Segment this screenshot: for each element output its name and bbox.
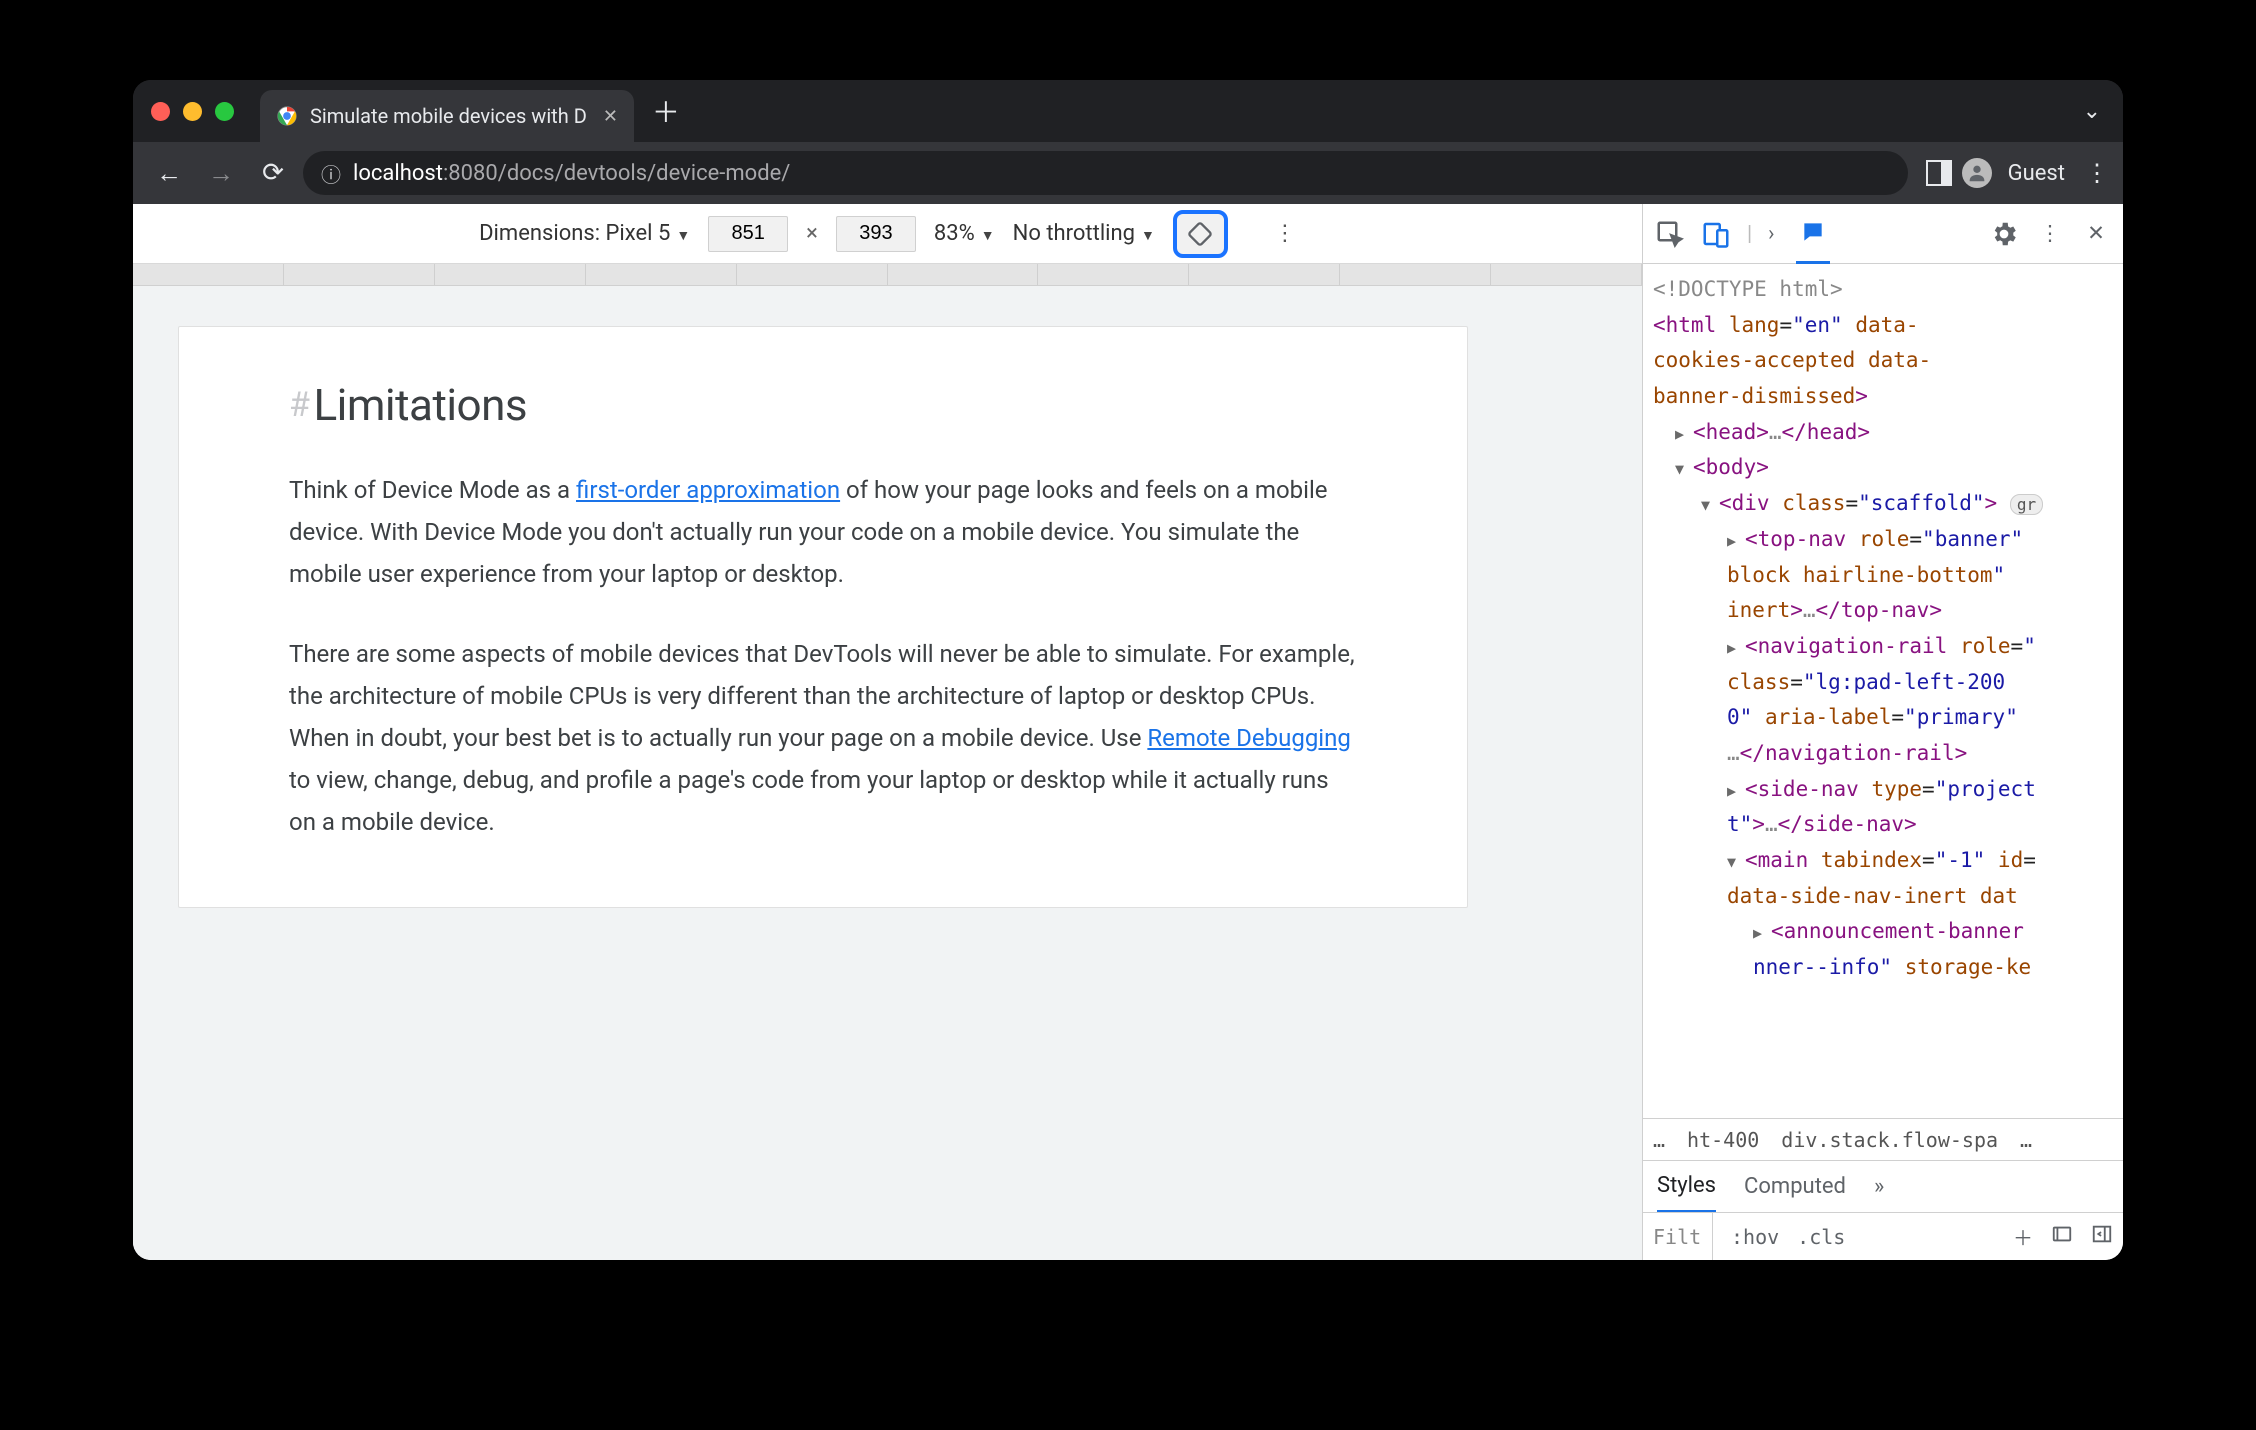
first-order-link[interactable]: first-order approximation — [576, 476, 840, 504]
computed-tab[interactable]: Computed — [1744, 1174, 1846, 1199]
anchor-hash-icon[interactable]: # — [289, 385, 309, 425]
browser-tab[interactable]: Simulate mobile devices with D ✕ — [260, 90, 634, 142]
url-host: localhost — [353, 161, 443, 186]
new-tab-button[interactable]: ＋ — [648, 93, 684, 129]
reload-button[interactable]: ⟳ — [251, 151, 295, 195]
dom-breadcrumbs[interactable]: … ht-400 div.stack.flow-spa … — [1643, 1118, 2123, 1160]
hov-toggle[interactable]: :hov — [1731, 1225, 1779, 1249]
dom-sidenav[interactable]: ▶<side-nav type="project — [1653, 772, 2119, 808]
devtools-close-icon[interactable]: ✕ — [2081, 219, 2111, 249]
browser-window: Simulate mobile devices with D ✕ ＋ ⌄ ← →… — [133, 80, 2123, 1260]
dom-html-open[interactable]: <html lang="en" data- — [1653, 308, 2119, 344]
zoom-dropdown[interactable]: 83%▼ — [934, 221, 995, 246]
devtools-menu-icon[interactable]: ⋮ — [2035, 219, 2065, 249]
window-minimize-button[interactable] — [183, 102, 202, 121]
dom-navrail[interactable]: ▶<navigation-rail role=" — [1653, 629, 2119, 665]
breadcrumb-overflow-left[interactable]: … — [1653, 1128, 1665, 1152]
profile-avatar-icon[interactable] — [1962, 158, 1992, 188]
remote-debugging-link[interactable]: Remote Debugging — [1147, 724, 1350, 752]
viewport-area: #Limitations Think of Device Mode as a f… — [133, 286, 1642, 1260]
rotate-button[interactable] — [1173, 210, 1228, 258]
device-mode-pane: Dimensions: Pixel 5▼ × 83%▼ No throttlin… — [133, 204, 1643, 1260]
address-bar[interactable]: ⓘ localhost:8080/docs/devtools/device-mo… — [303, 151, 1908, 195]
height-input[interactable] — [836, 216, 916, 252]
dom-scaffold[interactable]: ▼<div class="scaffold"> gr — [1653, 486, 2119, 522]
tab-close-button[interactable]: ✕ — [603, 106, 618, 127]
device-toolbar: Dimensions: Pixel 5▼ × 83%▼ No throttlin… — [133, 204, 1642, 264]
url-path: /docs/devtools/device-mode/ — [498, 161, 791, 186]
elements-dom-tree[interactable]: <!DOCTYPE html> <html lang="en" data- co… — [1643, 264, 2123, 1118]
tabs-dropdown-button[interactable]: ⌄ — [2083, 99, 2101, 124]
panel-tab-active[interactable] — [1796, 204, 1830, 264]
content-row: Dimensions: Pixel 5▼ × 83%▼ No throttlin… — [133, 204, 2123, 1260]
traffic-lights — [151, 102, 234, 121]
toolbar-right: Guest ⋮ — [1926, 158, 2109, 188]
page-paragraph-1: Think of Device Mode as a first-order ap… — [289, 469, 1357, 595]
dom-announcement[interactable]: ▶<announcement-banner — [1653, 914, 2119, 950]
panel-overflow-left[interactable]: › — [1768, 222, 1774, 246]
browser-toolbar: ← → ⟳ ⓘ localhost:8080/docs/devtools/dev… — [133, 142, 2123, 204]
tab-title: Simulate mobile devices with D — [310, 104, 587, 128]
site-info-icon[interactable]: ⓘ — [321, 159, 341, 188]
profile-label[interactable]: Guest — [2008, 161, 2065, 186]
dom-doctype: <!DOCTYPE html> — [1653, 272, 2119, 308]
styles-tab[interactable]: Styles — [1657, 1161, 1716, 1213]
throttling-dropdown[interactable]: No throttling▼ — [1013, 221, 1155, 246]
cls-toggle[interactable]: .cls — [1797, 1225, 1845, 1249]
window-close-button[interactable] — [151, 102, 170, 121]
inspect-element-icon[interactable] — [1655, 219, 1685, 249]
dom-body[interactable]: ▼<body> — [1653, 450, 2119, 486]
breadcrumb-item[interactable]: ht-400 — [1687, 1128, 1759, 1152]
page-paragraph-2: There are some aspects of mobile devices… — [289, 633, 1357, 843]
url-port: :8080 — [443, 161, 498, 186]
devtools-toolbar: | › ⋮ ✕ — [1643, 204, 2123, 264]
dimensions-dropdown[interactable]: Dimensions: Pixel 5▼ — [479, 221, 690, 246]
back-button[interactable]: ← — [147, 151, 191, 195]
side-panel-icon[interactable] — [1926, 160, 1952, 186]
tab-strip: Simulate mobile devices with D ✕ ＋ ⌄ — [133, 80, 2123, 142]
chrome-menu-button[interactable]: ⋮ — [2085, 159, 2109, 187]
device-ruler — [133, 264, 1642, 286]
chrome-favicon-icon — [276, 105, 298, 127]
devtools-pane: | › ⋮ ✕ <!DOCTYPE html> <html lang="en" … — [1643, 204, 2123, 1260]
forward-button[interactable]: → — [199, 151, 243, 195]
computed-styles-icon[interactable] — [2051, 1223, 2073, 1250]
styles-filter-input[interactable]: Filt — [1653, 1213, 1713, 1260]
dom-topnav[interactable]: ▶<top-nav role="banner" — [1653, 522, 2119, 558]
dimensions-separator: × — [806, 221, 818, 246]
breadcrumb-item[interactable]: div.stack.flow-spa — [1781, 1128, 1998, 1152]
new-style-rule-icon[interactable]: ＋ — [2013, 1222, 2033, 1251]
breadcrumb-overflow-right[interactable]: … — [2020, 1128, 2032, 1152]
styles-toolbar: Filt :hov .cls ＋ — [1643, 1212, 2123, 1260]
dom-main[interactable]: ▼<main tabindex="-1" id= — [1653, 843, 2119, 879]
dom-head[interactable]: ▶<head>…</head> — [1653, 415, 2119, 451]
device-toggle-icon[interactable] — [1701, 219, 1731, 249]
page-heading: #Limitations — [289, 379, 1357, 431]
styles-tabs-overflow[interactable]: » — [1874, 1174, 1884, 1199]
settings-icon[interactable] — [1989, 219, 2019, 249]
device-toolbar-menu[interactable]: ⋮ — [1274, 221, 1296, 246]
page-content: #Limitations Think of Device Mode as a f… — [178, 326, 1468, 908]
window-maximize-button[interactable] — [215, 102, 234, 121]
styles-tabs: Styles Computed » — [1643, 1160, 2123, 1212]
toggle-sidebar-icon[interactable] — [2091, 1223, 2113, 1250]
width-input[interactable] — [708, 216, 788, 252]
